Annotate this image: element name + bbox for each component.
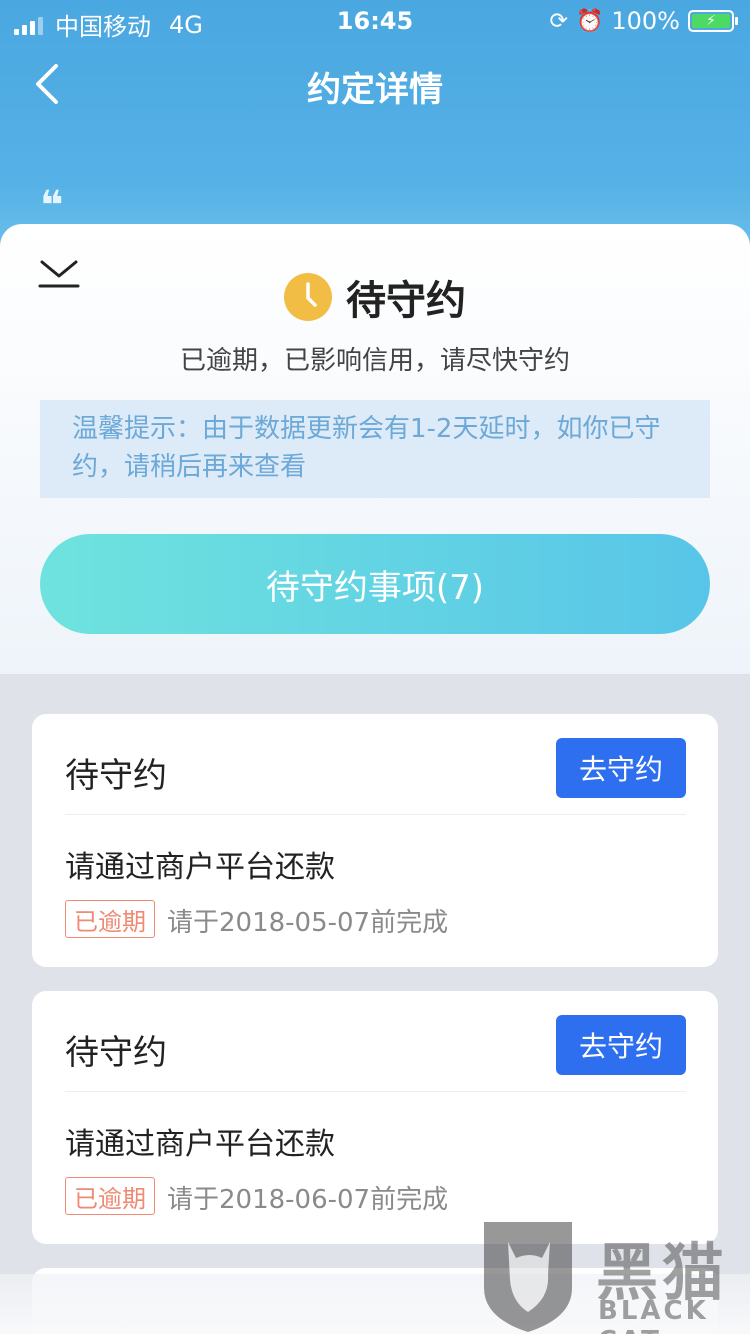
overdue-badge: 已逾期 (65, 900, 155, 938)
card-divider (65, 1091, 686, 1092)
deadline-text: 请于2018-05-07前完成 (167, 908, 449, 938)
card-description: 请通过商户平台还款 (65, 850, 335, 885)
commitment-card: 待守约 去守约 请通过商户平台还款 已逾期 请于2018-06-07前完成 (32, 991, 718, 1244)
charging-bolt-icon: ⚡ (692, 14, 730, 28)
battery-icon: ⚡ (688, 10, 738, 32)
overdue-badge: 已逾期 (65, 1177, 155, 1215)
card-title: 待守约 (65, 1033, 167, 1073)
deadline-text: 请于2018-06-07前完成 (167, 1185, 449, 1215)
blackcat-watermark: 黑猫 BLACK CAT (478, 1218, 750, 1334)
commitment-card: 待守约 去守约 请通过商户平台还款 已逾期 请于2018-05-07前完成 (32, 714, 718, 967)
quote-icon: ❝ (40, 183, 64, 229)
status-panel: 待守约 已逾期，已影响信用，请尽快守约 温馨提示：由于数据更新会有1-2天延时，… (0, 224, 750, 674)
card-title: 待守约 (65, 756, 167, 796)
page-title: 约定详情 (307, 70, 443, 110)
status-subtitle: 已逾期，已影响信用，请尽快守约 (179, 346, 570, 376)
card-description: 请通过商户平台还款 (65, 1127, 335, 1162)
status-bar: 中国移动 4G 16:45 ⟳ ⏰ 100% ⚡ (0, 0, 750, 41)
battery-percent: 100% (611, 7, 680, 35)
status-heading: 待守约 (0, 268, 750, 326)
status-title: 待守约 (346, 278, 466, 324)
watermark-subtext: BLACK CAT (598, 1296, 709, 1334)
card-divider (65, 814, 686, 815)
tip-box: 温馨提示：由于数据更新会有1-2天延时，如你已守约，请稍后再来查看 (40, 400, 710, 498)
blackcat-logo-icon (484, 1222, 572, 1332)
status-right: ⟳ ⏰ 100% ⚡ (549, 7, 738, 35)
clock-icon (284, 273, 332, 321)
fulfill-button[interactable]: 去守约 (556, 738, 686, 798)
fulfill-button[interactable]: 去守约 (556, 1015, 686, 1075)
rotation-lock-icon: ⟳ (549, 8, 568, 34)
alarm-clock-icon: ⏰ (575, 8, 604, 34)
pending-items-button[interactable]: 待守约事项(7) (40, 534, 710, 634)
